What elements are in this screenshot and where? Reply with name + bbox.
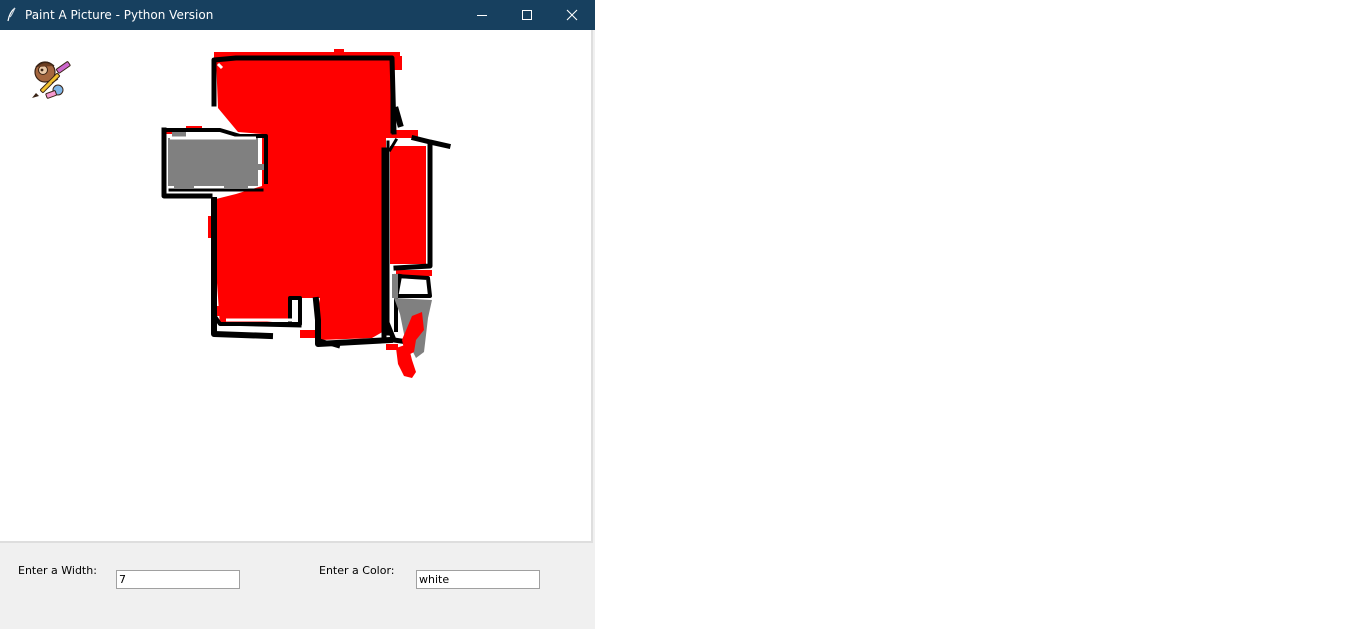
maximize-button[interactable] bbox=[504, 0, 550, 30]
drawing-canvas[interactable] bbox=[0, 30, 593, 543]
close-icon bbox=[566, 9, 578, 21]
painter-mascot-icon bbox=[28, 57, 72, 103]
maximize-icon bbox=[522, 10, 532, 20]
minimize-icon bbox=[477, 15, 487, 16]
paint-window: Paint A Picture - Python Version Enter a… bbox=[0, 0, 595, 629]
minimize-button[interactable] bbox=[459, 0, 505, 30]
width-label: Enter a Width: bbox=[18, 564, 97, 577]
width-input[interactable] bbox=[116, 570, 240, 589]
feather-icon bbox=[6, 7, 18, 23]
color-input[interactable] bbox=[416, 570, 540, 589]
color-label: Enter a Color: bbox=[319, 564, 395, 577]
window-title: Paint A Picture - Python Version bbox=[25, 8, 214, 22]
painting bbox=[161, 49, 451, 378]
close-button[interactable] bbox=[549, 0, 595, 30]
title-bar[interactable]: Paint A Picture - Python Version bbox=[0, 0, 595, 30]
